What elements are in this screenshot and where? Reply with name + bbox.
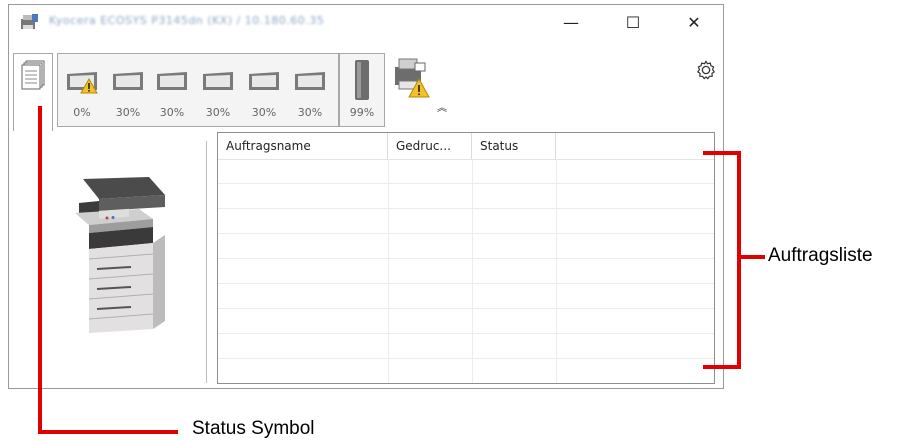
collapse-toolbar-button[interactable]: ︽ [437, 99, 447, 114]
table-row[interactable] [218, 234, 714, 259]
table-row[interactable] [218, 159, 714, 184]
column-divider [556, 159, 557, 383]
job-list-header: Auftragsname Gedruc... Status [218, 133, 714, 160]
paper-tray-icon [113, 72, 143, 90]
minimize-icon: — [563, 12, 579, 32]
job-list-annotation: Auftragsliste [768, 245, 873, 266]
window-title: Kyocera ECOSYS P3145dn (KX) / 10.180.60.… [49, 14, 325, 27]
paper-level-label: 30% [297, 106, 323, 119]
column-divider [472, 159, 473, 383]
printer-device-image [75, 177, 165, 333]
job-list[interactable]: Auftragsname Gedruc... Status [217, 132, 715, 384]
table-row[interactable] [218, 209, 714, 234]
column-header-status[interactable]: Status [472, 133, 556, 159]
table-row[interactable] [218, 259, 714, 284]
paper-level-label: 30% [115, 106, 141, 119]
close-button[interactable]: ✕ [671, 5, 717, 39]
callout-bracket-top [703, 151, 741, 155]
status-icon-callout-horizontal [38, 430, 178, 434]
paper-level-label: 0% [73, 106, 91, 119]
paper-level-label: 30% [205, 106, 231, 119]
table-row[interactable] [218, 309, 714, 334]
toner-cartridge-icon [355, 60, 369, 100]
status-monitor-window: Kyocera ECOSYS P3145dn (KX) / 10.180.60.… [8, 4, 724, 389]
paper-tray-icon [157, 72, 187, 90]
callout-bracket-bottom [703, 365, 741, 369]
printer-app-icon [21, 14, 38, 29]
title-bar: Kyocera ECOSYS P3145dn (KX) / 10.180.60.… [9, 5, 723, 39]
paper-level-label: 30% [251, 106, 277, 119]
table-row[interactable] [218, 184, 714, 209]
document-stack-icon [21, 60, 45, 90]
column-divider [388, 159, 389, 383]
printer-warning-icon [395, 58, 430, 98]
paper-level-label: 30% [159, 106, 185, 119]
column-header-extra[interactable] [556, 133, 714, 159]
status-icon-annotation: Status Symbol [192, 418, 315, 439]
maximize-button[interactable]: ☐ [610, 5, 656, 39]
table-row[interactable] [218, 359, 714, 383]
minimize-button[interactable]: — [548, 5, 594, 39]
warning-icon [80, 78, 98, 94]
paper-tray-icon [295, 72, 325, 90]
table-row[interactable] [218, 284, 714, 309]
column-header-printed[interactable]: Gedruc... [388, 133, 472, 159]
callout-connector [741, 255, 765, 259]
paper-tray-icon [203, 72, 233, 90]
maximize-icon: ☐ [625, 12, 641, 32]
toner-level-panel[interactable]: 99% [339, 53, 385, 127]
paper-level-panel[interactable]: 0% 30% 30% 30% 30% 30% [57, 53, 339, 127]
toner-level-label: 99% [349, 106, 375, 119]
callout-bracket-vertical [737, 151, 741, 369]
printer-status-tab[interactable] [389, 53, 433, 101]
table-row[interactable] [218, 334, 714, 359]
status-icon-callout-vertical [38, 106, 42, 434]
column-header-job-name[interactable]: Auftragsname [218, 133, 388, 159]
settings-gear-icon[interactable] [695, 59, 717, 81]
status-toolbar: 0% 30% 30% 30% 30% 30% 99% ︽ [9, 39, 723, 131]
pane-separator [206, 141, 207, 383]
close-icon: ✕ [687, 12, 701, 32]
paper-tray-icon [249, 72, 279, 90]
status-tab[interactable] [13, 53, 53, 131]
